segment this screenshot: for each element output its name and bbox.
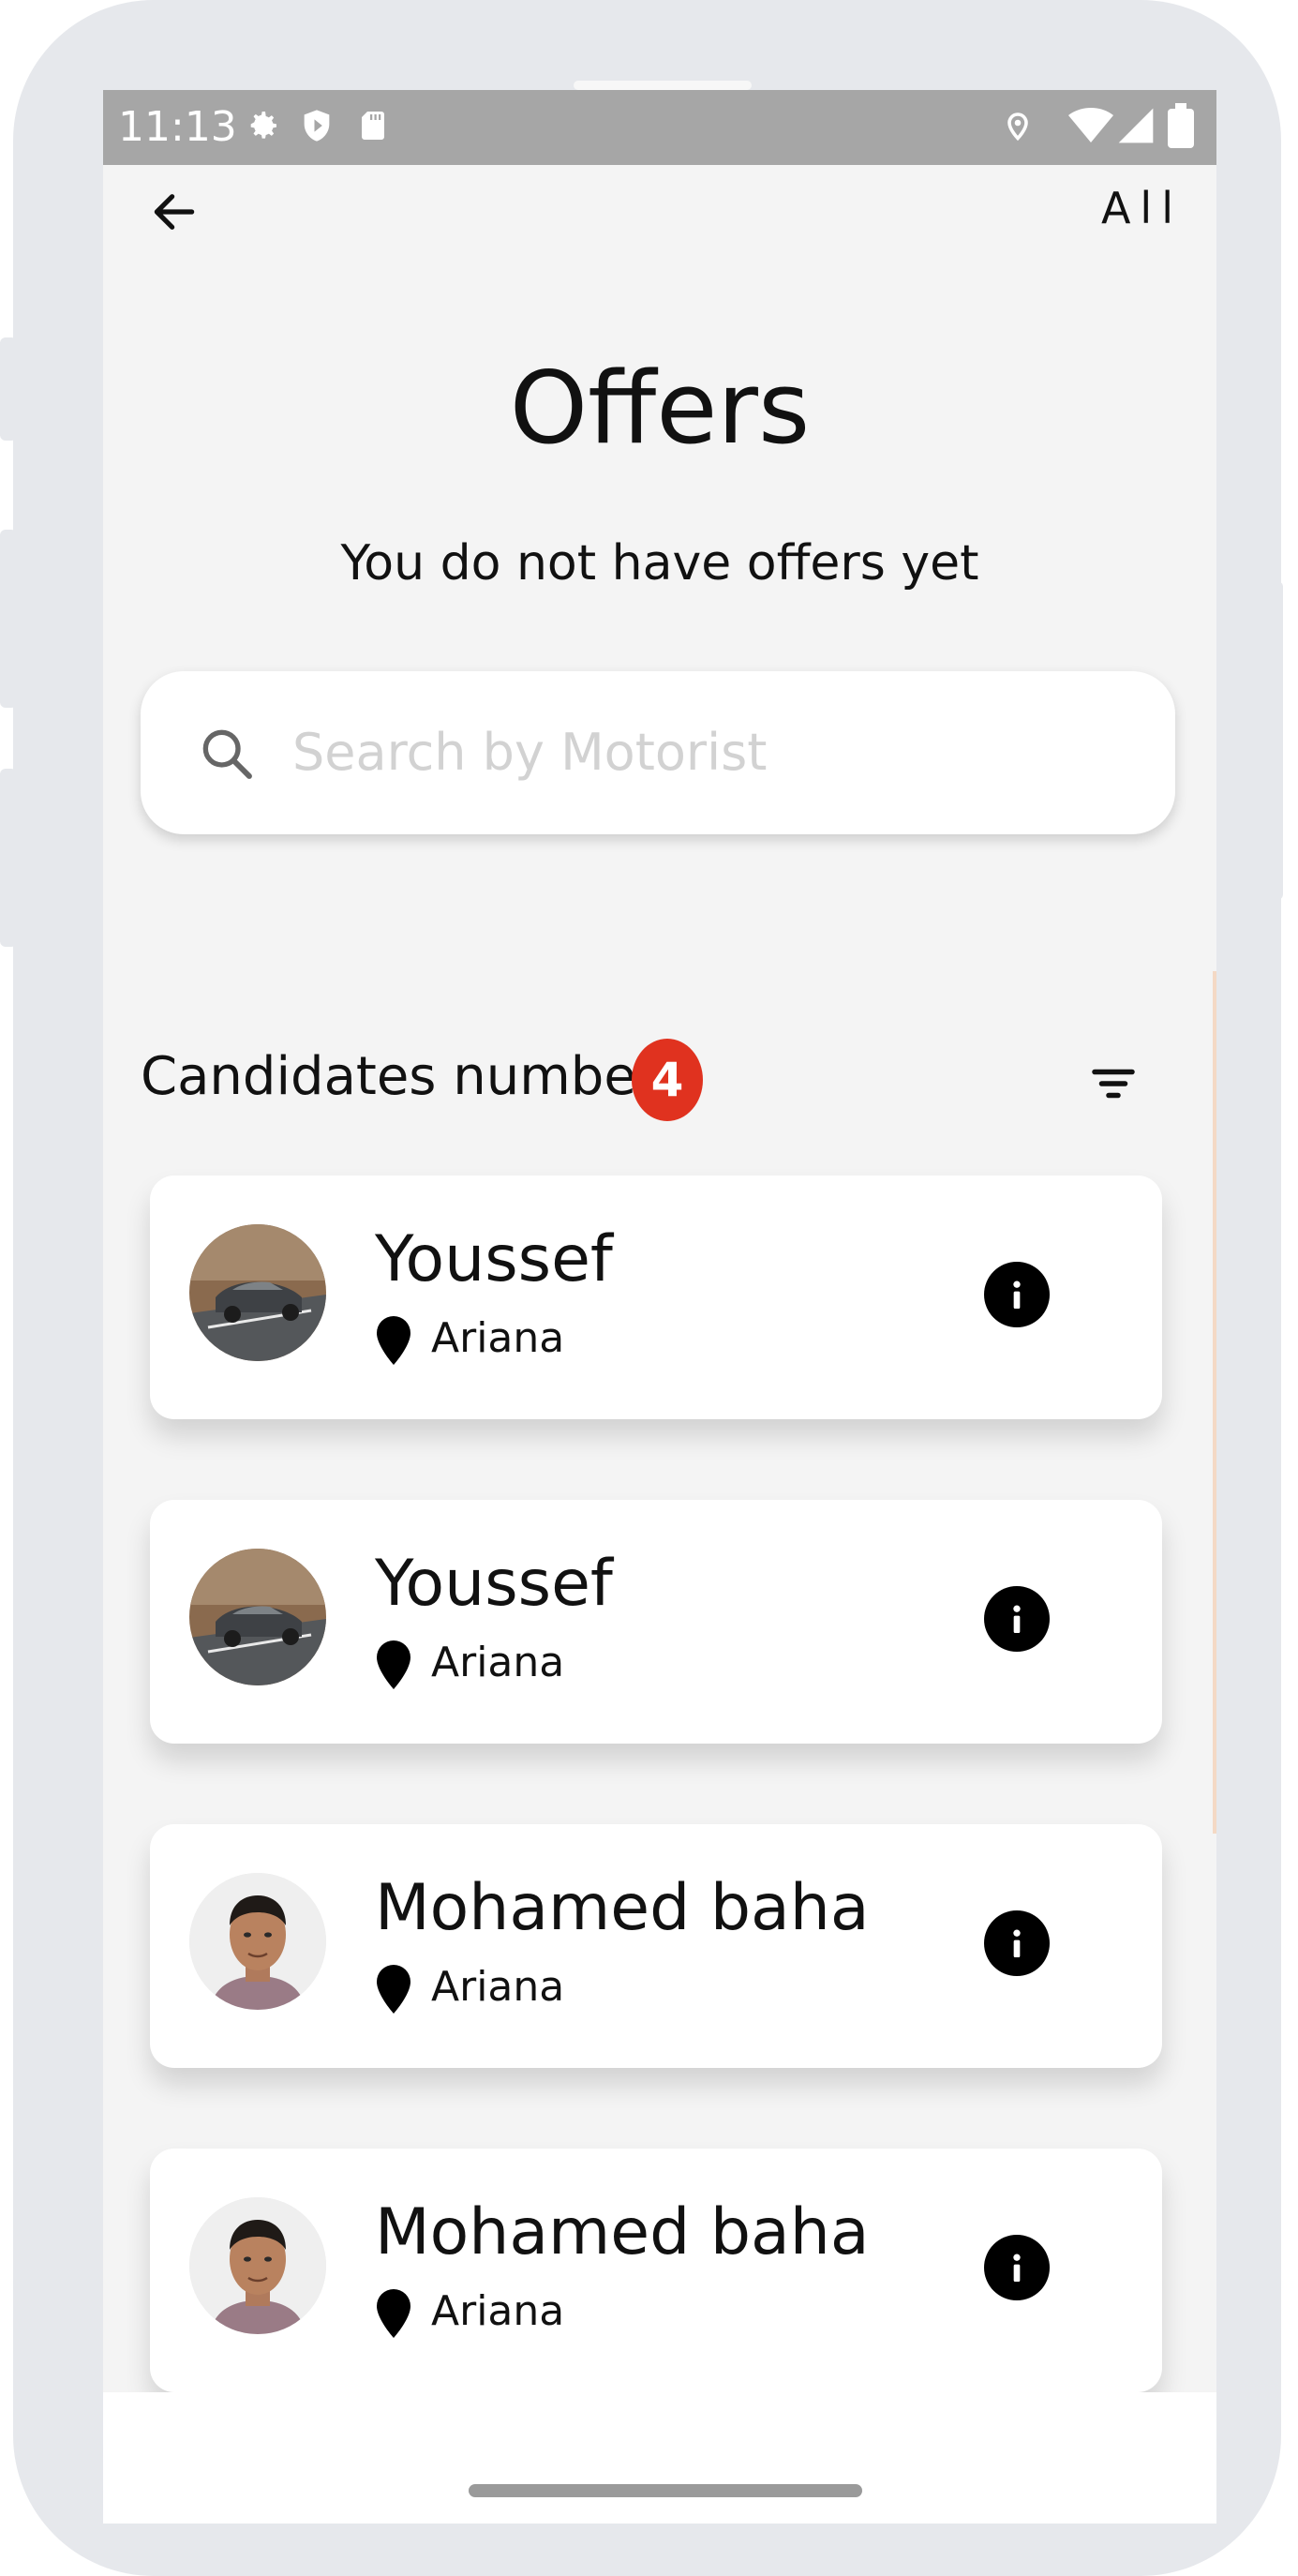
pin-icon [377, 1640, 410, 1689]
all-filter-link[interactable]: All [1101, 180, 1183, 236]
candidate-name: Mohamed baha [375, 1871, 870, 1945]
info-button[interactable] [984, 1910, 1050, 1976]
candidates-count-badge: 4 [632, 1039, 703, 1121]
status-bar: 11:13 [103, 90, 1216, 165]
person-photo-avatar [189, 2197, 326, 2334]
filter-icon [1092, 1069, 1135, 1099]
filter-button[interactable] [1074, 1044, 1153, 1123]
offer-card[interactable]: Youssef Ariana [150, 1500, 1162, 1744]
arrow-left-icon [154, 194, 195, 230]
search-icon [202, 729, 252, 779]
offer-card[interactable]: Youssef Ariana [150, 1176, 1162, 1419]
phone-frame: 11:13 All Offers You do not have offers … [0, 0, 1283, 2576]
avatar [189, 1549, 326, 1685]
candidate-name: Youssef [375, 1547, 613, 1621]
avatar [189, 1224, 326, 1361]
app-screen: 11:13 All Offers You do not have offers … [103, 90, 1216, 2524]
shield-icon [304, 110, 330, 142]
home-indicator[interactable] [469, 2484, 862, 2497]
scroll-accent [1213, 971, 1216, 1834]
offer-card[interactable]: Mohamed baha Ariana [150, 2149, 1162, 2392]
candidate-name: Mohamed baha [375, 2195, 870, 2269]
pin-icon [377, 1316, 410, 1365]
status-time: 11:13 [118, 103, 237, 151]
offer-card[interactable]: Mohamed baha Ariana [150, 1824, 1162, 2068]
candidate-location: Ariana [431, 2287, 565, 2335]
avatar [189, 1873, 326, 2010]
phone-side-button [0, 337, 17, 441]
info-button[interactable] [984, 1262, 1050, 1327]
back-button[interactable] [141, 178, 208, 246]
info-icon [1013, 1281, 1021, 1309]
location-icon [1007, 112, 1028, 142]
gear-icon [250, 112, 276, 139]
info-icon [1013, 1605, 1021, 1633]
signal-icon [1118, 108, 1154, 143]
sd-card-icon [362, 112, 384, 140]
bottom-bar [103, 2392, 1216, 2524]
pin-icon [377, 2289, 410, 2338]
battery-icon [1168, 103, 1194, 148]
candidates-number-label: Candidates number [141, 1046, 658, 1107]
info-icon [1013, 2254, 1021, 2282]
info-button[interactable] [984, 1586, 1050, 1652]
phone-side-button [0, 769, 17, 947]
candidate-location: Ariana [431, 1639, 565, 1686]
speaker-slot [574, 81, 752, 90]
avatar [189, 2197, 326, 2334]
search-input[interactable] [291, 709, 1115, 795]
candidate-name: Youssef [375, 1222, 613, 1296]
empty-offers-message: You do not have offers yet [340, 535, 979, 592]
candidate-location: Ariana [431, 1963, 565, 2011]
search-box[interactable] [141, 671, 1175, 834]
page-title: Offers [509, 351, 811, 466]
car-photo-avatar [189, 1224, 326, 1361]
phone-side-button [1266, 581, 1283, 900]
info-button[interactable] [984, 2235, 1050, 2300]
phone-side-button [0, 530, 17, 708]
pin-icon [377, 1965, 410, 2014]
person-photo-avatar [189, 1873, 326, 2010]
wifi-icon [1068, 108, 1113, 142]
car-photo-avatar [189, 1549, 326, 1685]
info-icon [1013, 1929, 1021, 1957]
candidate-location: Ariana [431, 1314, 565, 1362]
